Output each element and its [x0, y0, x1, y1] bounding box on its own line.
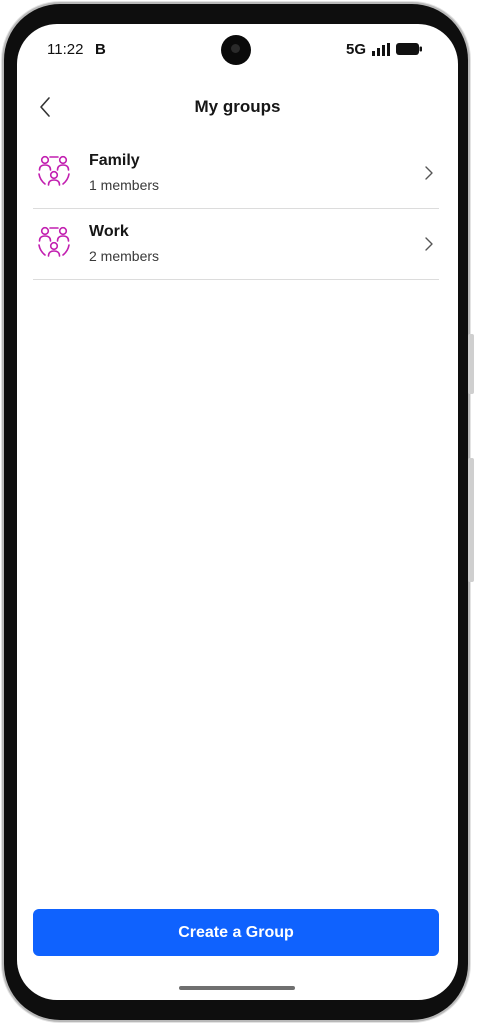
- signal-icon: [372, 43, 390, 56]
- page-title: My groups: [194, 97, 281, 116]
- group-list: Family 1 members Work 2 members: [33, 138, 439, 280]
- group-name: Family: [89, 152, 140, 169]
- home-indicator[interactable]: [179, 986, 295, 990]
- group-icon: [38, 226, 70, 257]
- create-group-label: Create a Group: [178, 923, 294, 941]
- page-header: My groups: [17, 92, 458, 122]
- battery-icon: [396, 43, 422, 55]
- volume-button: [468, 334, 474, 394]
- power-button: [468, 458, 474, 582]
- create-group-button[interactable]: Create a Group: [33, 909, 439, 956]
- network-type: 5G: [346, 41, 367, 58]
- group-row-family[interactable]: Family 1 members: [33, 138, 439, 209]
- group-icon: [38, 155, 70, 186]
- status-bar: 11:22 B 5G: [17, 24, 458, 78]
- chevron-right-icon: [425, 237, 433, 251]
- front-camera: [221, 35, 251, 65]
- chevron-right-icon: [425, 166, 433, 180]
- group-name: Work: [89, 223, 129, 240]
- group-member-count: 1 members: [89, 177, 160, 193]
- group-row-work[interactable]: Work 2 members: [33, 209, 439, 280]
- group-member-count: 2 members: [89, 248, 160, 264]
- carrier-icon: B: [95, 41, 106, 58]
- status-time: 11:22: [47, 41, 84, 58]
- app-screen: 11:22 B 5G My groups Family 1 members Wo…: [17, 24, 458, 1000]
